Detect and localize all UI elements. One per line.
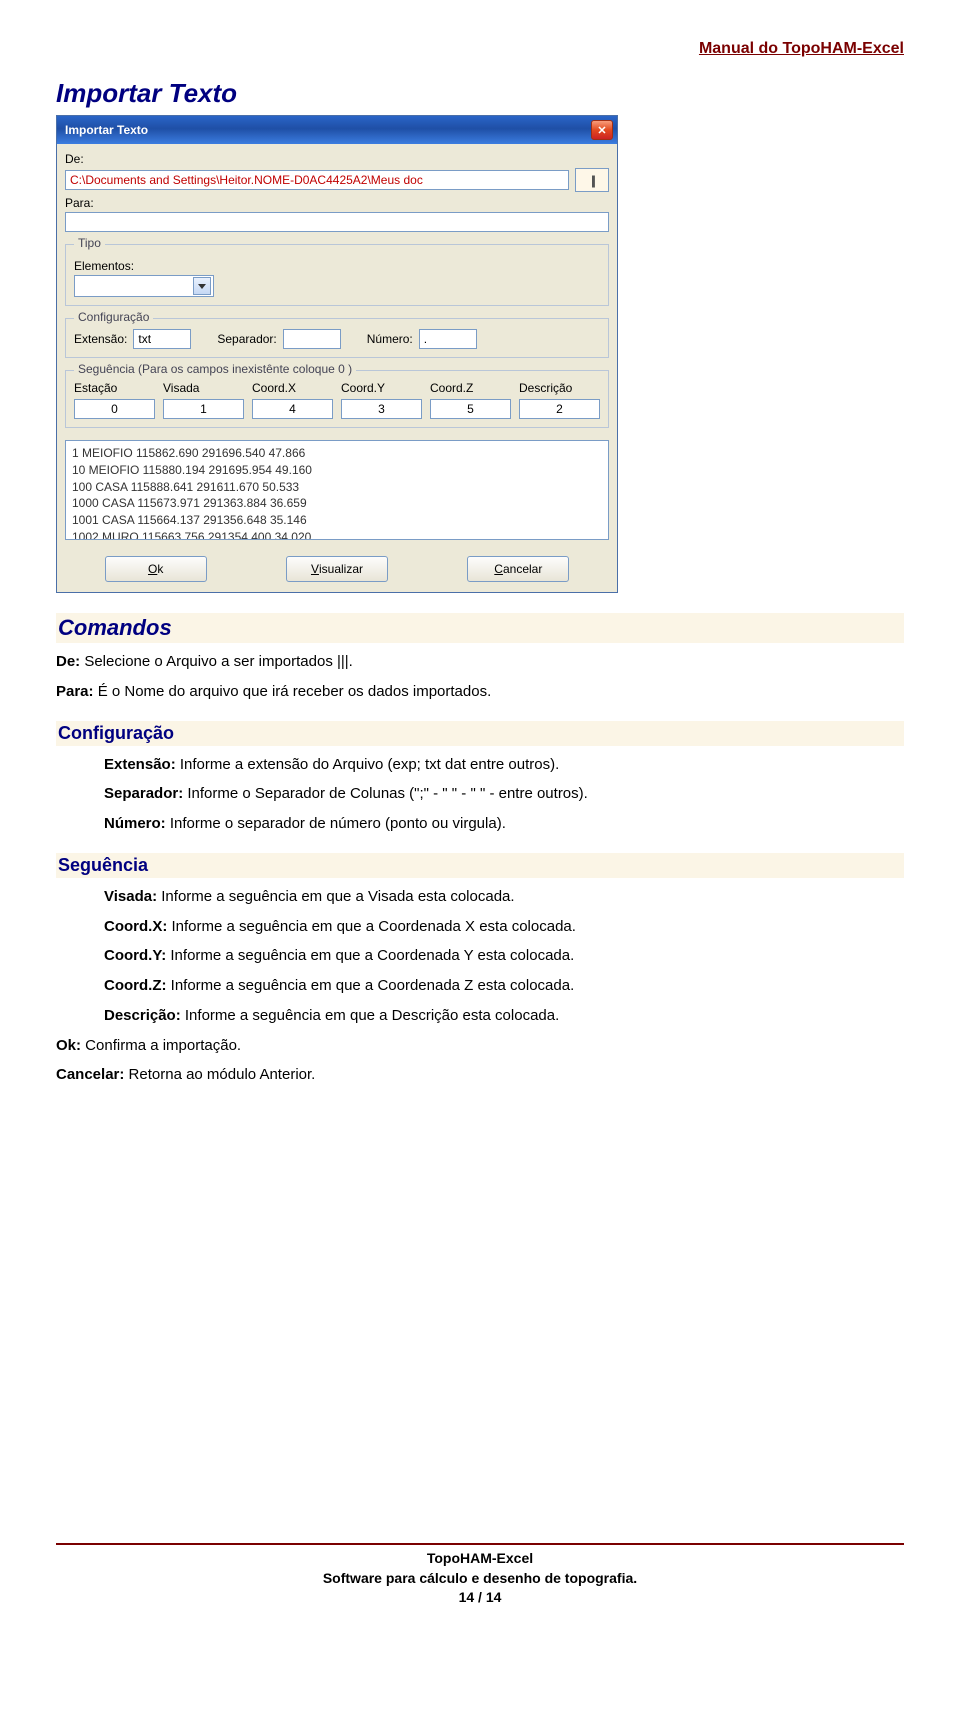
sep-input[interactable] bbox=[283, 329, 341, 349]
para-sep: Separador: Informe o Separador de Coluna… bbox=[104, 783, 904, 805]
seq-input-coordz[interactable] bbox=[430, 399, 511, 419]
preview-line: 1 MEIOFIO 115862.690 291696.540 47.866 bbox=[72, 446, 305, 460]
vis-label: isualizar bbox=[319, 562, 363, 576]
footer-line1: TopoHAM-Excel bbox=[0, 1549, 960, 1569]
preview-line: 1001 CASA 115664.137 291356.648 35.146 bbox=[72, 513, 307, 527]
para-desc: Descrição: Informe a seguência em que a … bbox=[104, 1005, 904, 1027]
para-label: Para: bbox=[65, 196, 609, 210]
browse-button[interactable]: ||| bbox=[575, 168, 609, 192]
dialog-titlebar: Importar Texto ✕ bbox=[57, 116, 617, 144]
chevron-down-icon[interactable] bbox=[193, 277, 211, 295]
para-cancel: Cancelar: Retorna ao módulo Anterior. bbox=[56, 1064, 904, 1086]
ok-button[interactable]: Ok bbox=[105, 556, 207, 582]
import-dialog: Importar Texto ✕ De: ||| Para: Tipo Elem… bbox=[56, 115, 618, 593]
can-label: ancelar bbox=[503, 562, 542, 576]
seq-col-coordz: Coord.Z bbox=[430, 381, 511, 395]
page-title: Importar Texto bbox=[56, 78, 904, 109]
seq-input-descricao[interactable] bbox=[519, 399, 600, 419]
para-input[interactable] bbox=[65, 212, 609, 232]
seq-input-coordy[interactable] bbox=[341, 399, 422, 419]
num-label: Número: bbox=[367, 332, 413, 346]
ext-label: Extensão: bbox=[74, 332, 127, 346]
dialog-title: Importar Texto bbox=[65, 123, 148, 137]
seq-input-estacao[interactable] bbox=[74, 399, 155, 419]
para-num: Número: Informe o separador de número (p… bbox=[104, 813, 904, 835]
seq-col-visada: Visada bbox=[163, 381, 244, 395]
config-legend: Configuração bbox=[74, 310, 153, 324]
group-seq: Seguência (Para os campos inexistênte co… bbox=[65, 370, 609, 428]
footer-line3: 14 / 14 bbox=[0, 1588, 960, 1608]
close-button[interactable]: ✕ bbox=[591, 120, 613, 140]
de-label: De: bbox=[65, 152, 609, 166]
seq-col-descricao: Descrição bbox=[519, 381, 600, 395]
preview-line: 10 MEIOFIO 115880.194 291695.954 49.160 bbox=[72, 463, 312, 477]
cancelar-button[interactable]: Cancelar bbox=[467, 556, 569, 582]
num-input[interactable] bbox=[419, 329, 477, 349]
seq-col-coordy: Coord.Y bbox=[341, 381, 422, 395]
para-ext: Extensão: Informe a extensão do Arquivo … bbox=[104, 754, 904, 776]
seq-input-visada[interactable] bbox=[163, 399, 244, 419]
seq-legend: Seguência (Para os campos inexistênte co… bbox=[74, 362, 356, 376]
para-vis: Visada: Informe a seguência em que a Vis… bbox=[104, 886, 904, 908]
de-input[interactable] bbox=[65, 170, 569, 190]
dialog-body: De: ||| Para: Tipo Elementos: Configuraç… bbox=[57, 144, 617, 592]
page-footer: TopoHAM-Excel Software para cálculo e de… bbox=[0, 1543, 960, 1608]
preview-box: 1 MEIOFIO 115862.690 291696.540 47.866 1… bbox=[65, 440, 609, 540]
ok-mnemonic: O bbox=[148, 562, 157, 576]
seq-col-estacao: Estação bbox=[74, 381, 155, 395]
seq-grid: Estação Visada Coord.X Coord.Y Coord.Z D… bbox=[74, 381, 600, 419]
section-seq: Seguência bbox=[56, 853, 904, 878]
group-config: Configuração Extensão: Separador: Número… bbox=[65, 318, 609, 358]
visualizar-button[interactable]: Visualizar bbox=[286, 556, 388, 582]
para-cy: Coord.Y: Informe a seguência em que a Co… bbox=[104, 945, 904, 967]
preview-line: 1000 CASA 115673.971 291363.884 36.659 bbox=[72, 496, 307, 510]
close-icon: ✕ bbox=[597, 124, 606, 137]
section-config: Configuração bbox=[56, 721, 904, 746]
para-ok: Ok: Confirma a importação. bbox=[56, 1035, 904, 1057]
can-mnemonic: C bbox=[494, 562, 503, 576]
tipo-legend: Tipo bbox=[74, 236, 105, 250]
para-cx: Coord.X: Informe a seguência em que a Co… bbox=[104, 916, 904, 938]
elementos-label: Elementos: bbox=[74, 259, 600, 273]
para-para: Para: É o Nome do arquivo que irá recebe… bbox=[56, 681, 904, 703]
para-cz: Coord.Z: Informe a seguência em que a Co… bbox=[104, 975, 904, 997]
seq-input-coordx[interactable] bbox=[252, 399, 333, 419]
header-manual-title: Manual do TopoHAM-Excel bbox=[56, 40, 904, 58]
preview-line: 1002 MURO 115663.756 291354.400 34.020 bbox=[72, 530, 311, 540]
footer-line2: Software para cálculo e desenho de topog… bbox=[0, 1569, 960, 1589]
seq-col-coordx: Coord.X bbox=[252, 381, 333, 395]
vis-mnemonic: V bbox=[311, 562, 319, 576]
preview-line: 100 CASA 115888.641 291611.670 50.533 bbox=[72, 480, 299, 494]
sep-label: Separador: bbox=[217, 332, 276, 346]
browse-icon: ||| bbox=[591, 173, 593, 188]
ext-input[interactable] bbox=[133, 329, 191, 349]
ok-label: k bbox=[157, 562, 163, 576]
elementos-combo[interactable] bbox=[74, 275, 214, 297]
para-de: De: Selecione o Arquivo a ser importados… bbox=[56, 651, 904, 673]
section-comandos: Comandos bbox=[56, 613, 904, 643]
group-tipo: Tipo Elementos: bbox=[65, 244, 609, 306]
